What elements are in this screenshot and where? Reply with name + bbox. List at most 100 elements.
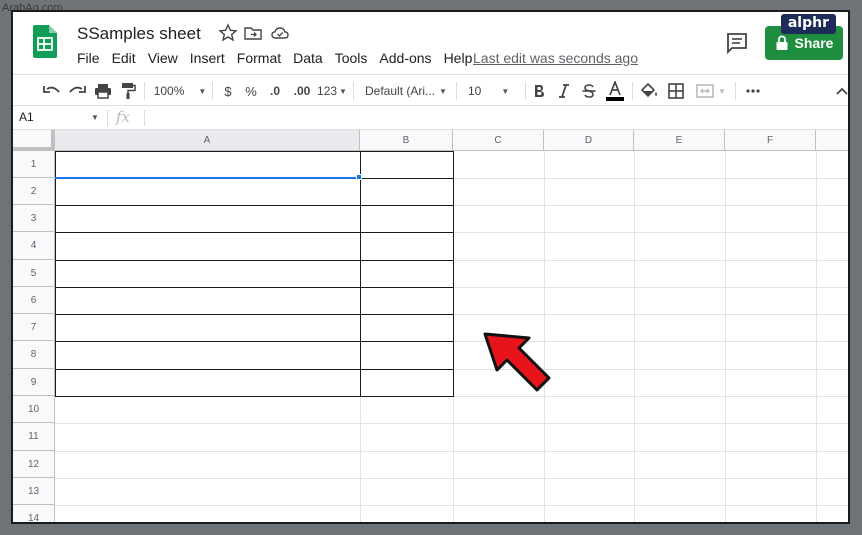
merge-cells-icon: [696, 84, 714, 98]
menu-add-ons[interactable]: Add-ons: [373, 50, 437, 66]
menu-bar: File Edit View Insert Format Data Tools …: [71, 50, 478, 66]
sheets-logo-icon[interactable]: [33, 25, 57, 58]
gridline-vertical: [725, 151, 726, 522]
menu-file[interactable]: File: [71, 50, 106, 66]
column-header-c[interactable]: C: [453, 130, 544, 151]
cell-border-horizontal: [55, 369, 454, 370]
last-edit-link[interactable]: Last edit was seconds ago: [473, 50, 638, 66]
currency-format-button[interactable]: $: [219, 79, 237, 103]
chevron-up-icon: [836, 87, 848, 95]
borders-icon: [668, 83, 684, 99]
strikethrough-button[interactable]: [579, 79, 599, 103]
row-header-4[interactable]: 4: [13, 232, 55, 260]
print-button[interactable]: [92, 79, 114, 103]
gridline-horizontal: [55, 423, 848, 424]
row-header-14[interactable]: 14: [13, 505, 55, 522]
column-header-g[interactable]: [816, 130, 848, 151]
bold-icon: [535, 85, 544, 97]
star-icon[interactable]: [218, 23, 238, 43]
toolbar: 100% ▼ $ % .0 .00 123 ▼ Default (Ari... ▼ 1…: [13, 74, 848, 106]
undo-icon: [43, 86, 60, 93]
move-folder-icon[interactable]: [243, 23, 263, 43]
share-label: Share: [794, 35, 834, 51]
cell-border-vertical: [360, 151, 361, 397]
gridline-vertical: [816, 151, 817, 522]
menu-data[interactable]: Data: [287, 50, 329, 66]
cell-border-vertical: [55, 151, 56, 397]
comment-history-icon[interactable]: [725, 31, 749, 55]
menu-tools[interactable]: Tools: [329, 50, 374, 66]
row-header-9[interactable]: 9: [13, 369, 55, 396]
redo-icon: [69, 86, 86, 93]
cell-border-horizontal: [55, 260, 454, 261]
app-header: SSamples sheet File Edit View Insert For…: [13, 12, 848, 72]
column-header-d[interactable]: D: [544, 130, 634, 151]
fill-color-icon: [641, 83, 657, 98]
spreadsheet-grid: A B C D E F 1 2 3 4 5 6 7 8 9 10 11 12 1…: [13, 130, 848, 522]
cell-border-horizontal: [55, 287, 454, 288]
select-all-corner[interactable]: [13, 130, 55, 151]
cell-border-horizontal: [55, 341, 454, 342]
merge-cells-button[interactable]: ▼: [693, 79, 729, 103]
zoom-value: 100%: [153, 84, 185, 98]
italic-icon: [559, 84, 569, 98]
text-color-button[interactable]: [604, 79, 626, 103]
strikethrough-icon: [582, 84, 596, 98]
font-family-select[interactable]: Default (Ari... ▼: [365, 79, 453, 103]
percent-format-button[interactable]: %: [242, 79, 260, 103]
increase-decimal-button[interactable]: .00: [290, 79, 314, 103]
row-header-1[interactable]: 1: [13, 151, 55, 178]
row-header-2[interactable]: 2: [13, 178, 55, 205]
row-header-8[interactable]: 8: [13, 341, 55, 369]
fx-icon: fx: [116, 108, 131, 126]
row-header-10[interactable]: 10: [13, 396, 55, 423]
gridline-horizontal: [55, 451, 848, 452]
menu-view[interactable]: View: [142, 50, 184, 66]
gridline-vertical: [634, 151, 635, 522]
column-header-a[interactable]: A: [55, 130, 360, 151]
bold-button[interactable]: [529, 79, 549, 103]
name-box-caret-icon[interactable]: ▼: [91, 113, 99, 122]
column-header-e[interactable]: E: [634, 130, 725, 151]
watermark-badge: alphr: [780, 14, 836, 34]
row-header-7[interactable]: 7: [13, 314, 55, 341]
decrease-decimal-button[interactable]: .0: [265, 79, 285, 103]
document-title[interactable]: SSamples sheet: [77, 24, 201, 44]
column-header-b[interactable]: B: [360, 130, 453, 151]
font-size-select[interactable]: 10 ▼: [468, 79, 518, 103]
row-header-6[interactable]: 6: [13, 287, 55, 314]
italic-button[interactable]: [554, 79, 574, 103]
paint-format-icon: [122, 83, 136, 99]
fill-handle[interactable]: [356, 174, 362, 180]
more-horizontal-icon: [746, 89, 760, 93]
menu-edit[interactable]: Edit: [106, 50, 142, 66]
red-arrow-annotation: [483, 332, 551, 392]
font-family-value: Default (Ari...: [365, 84, 436, 98]
cell-border-horizontal: [55, 205, 454, 206]
column-header-f[interactable]: F: [725, 130, 816, 151]
borders-button[interactable]: [665, 79, 687, 103]
cell-border-horizontal: [55, 314, 454, 315]
more-options-button[interactable]: [743, 79, 763, 103]
menu-insert[interactable]: Insert: [184, 50, 231, 66]
row-header-13[interactable]: 13: [13, 478, 55, 505]
row-header-3[interactable]: 3: [13, 205, 55, 232]
more-formats-label: 123: [317, 84, 338, 98]
cloud-status-icon[interactable]: [270, 23, 290, 43]
undo-button[interactable]: [41, 79, 63, 103]
menu-format[interactable]: Format: [231, 50, 287, 66]
row-header-12[interactable]: 12: [13, 451, 55, 478]
redo-button[interactable]: [66, 79, 88, 103]
cell-border-horizontal: [55, 232, 454, 233]
zoom-select[interactable]: 100% ▼: [153, 79, 207, 103]
row-header-5[interactable]: 5: [13, 260, 55, 287]
active-cell-a1[interactable]: [55, 177, 360, 179]
collapse-toolbar-button[interactable]: [833, 79, 848, 103]
formula-bar: A1 ▼ fx: [13, 107, 848, 130]
cell-border-vertical: [453, 151, 454, 397]
paint-format-button[interactable]: [117, 79, 139, 103]
lock-icon: [776, 35, 788, 50]
row-header-11[interactable]: 11: [13, 423, 55, 451]
more-formats-select[interactable]: 123 ▼: [316, 79, 348, 103]
fill-color-button[interactable]: [639, 79, 661, 103]
